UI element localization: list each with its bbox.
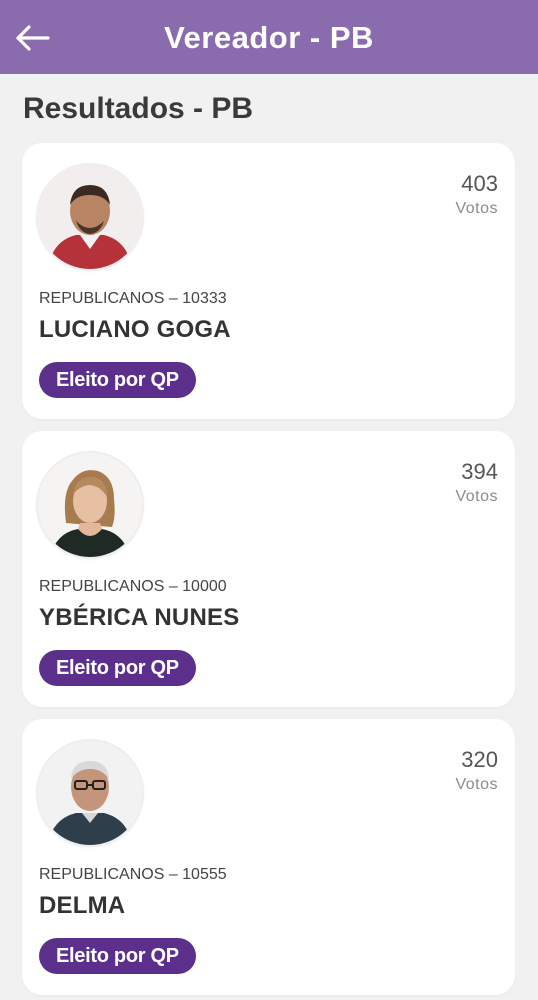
avatar [38, 165, 142, 269]
page-title: Resultados - PB [23, 92, 254, 125]
candidate-name: LUCIANO GOGA [39, 316, 231, 343]
status-badge: Eleito por QP [39, 362, 196, 398]
app-header: Vereador - PB [0, 0, 538, 74]
avatar [38, 453, 142, 557]
status-badge: Eleito por QP [39, 938, 196, 974]
party-number: REPUBLICANOS – 10000 [39, 578, 227, 595]
votes-count: 320 [461, 747, 498, 772]
votes-label: Votos [455, 776, 498, 793]
candidate-name: DELMA [39, 892, 126, 919]
votes-label: Votos [455, 488, 498, 505]
candidate-card[interactable]: 394 Votos REPUBLICANOS – 10000 YBÉRICA N… [22, 431, 515, 707]
votes-count: 394 [461, 459, 498, 484]
candidate-card[interactable]: 403 Votos REPUBLICANOS – 10333 LUCIANO G… [22, 143, 515, 419]
header-title: Vereador - PB [164, 20, 374, 55]
avatar [38, 741, 142, 845]
candidate-name: YBÉRICA NUNES [39, 604, 240, 631]
party-number: REPUBLICANOS – 10555 [39, 866, 227, 883]
party-number: REPUBLICANOS – 10333 [39, 290, 227, 307]
votes-label: Votos [455, 200, 498, 217]
votes-count: 403 [461, 171, 498, 196]
status-badge: Eleito por QP [39, 650, 196, 686]
candidate-card[interactable]: 320 Votos REPUBLICANOS – 10555 DELMA Ele… [22, 719, 515, 995]
